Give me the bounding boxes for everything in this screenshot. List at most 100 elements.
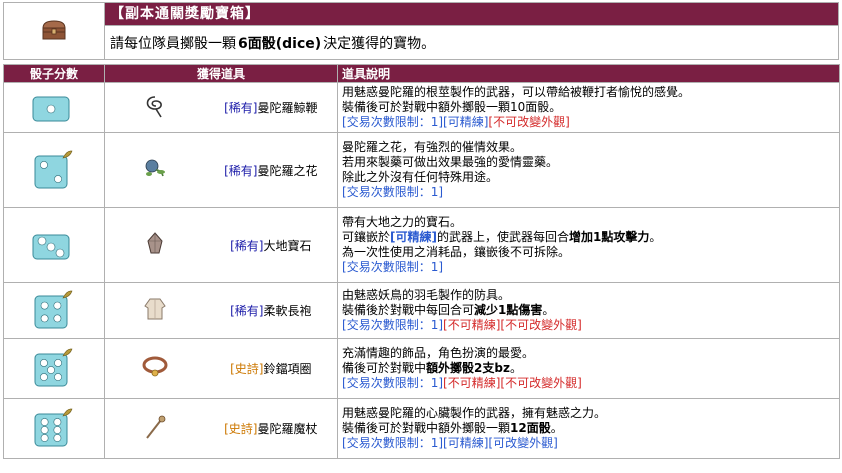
collar-icon[interactable] <box>141 356 169 383</box>
table-row: [稀有]曼陀羅鯨鞭 用魅惑曼陀羅的根莖製作的武器，可以帶給被鞭打者愉悅的感覺。 裝備… <box>3 82 841 133</box>
description-segment: [可精練] <box>390 230 438 244</box>
description-line: [交易次數限制：1][可精練][不可改變外觀] <box>342 115 835 130</box>
reward-panel: 【副本通關獎勵寶箱】 請每位隊員擲骰一顆 6面骰(dice) 決定獲得的寶物。 … <box>3 2 841 471</box>
description-line: [交易次數限制：1][可精練][可改變外觀] <box>342 436 835 451</box>
item-rarity-tag: [稀有] <box>230 304 264 318</box>
table-row: [稀有]柔軟長袍 由魅惑妖鳥的羽毛製作的防具。 裝備後於對戰中每回合可減少1點傷害。… <box>3 282 841 339</box>
column-header-desc: 道具說明 <box>337 64 841 83</box>
table-row: [稀有]曼陀羅之花 曼陀羅之花，有強烈的催情效果。 若用來製藥可做出效果最強的愛情靈… <box>3 132 841 208</box>
description-segment: 用魅惑曼陀羅的根莖製作的武器，可以帶給被鞭打者愉悅的感覺。 <box>342 85 691 99</box>
item-icon-cell <box>104 398 205 459</box>
item-icon-cell <box>104 282 205 339</box>
description-segment: 裝備後可於對戰中額外擲骰一顆 <box>342 421 511 435</box>
instructions-suffix: 決定獲得的寶物。 <box>323 35 436 52</box>
description-segment: 若用來製藥可做出效果最強的愛情靈藥。 <box>342 155 559 169</box>
instructions-prefix: 請每位隊員擲骰一顆 <box>110 35 236 52</box>
item-icon-cell <box>104 82 205 133</box>
description-segment: [交易次數限制：1] <box>342 115 444 129</box>
description-segment: 減少1點傷害 <box>474 303 543 317</box>
description-segment: [不可精練] <box>443 318 501 332</box>
description-line: 充滿情趣的飾品，角色扮演的最愛。 <box>342 346 835 361</box>
description-segment: [可精練] <box>443 115 489 129</box>
item-icon-cell <box>104 338 205 399</box>
description-segment: 。 <box>550 421 563 435</box>
column-header-item: 獲得道具 <box>103 64 339 83</box>
description-segment: 12面骰 <box>510 421 551 435</box>
description-line: [交易次數限制：1][不可精練][不可改變外觀] <box>342 318 835 333</box>
dice-score-cell <box>3 398 105 459</box>
description-segment: 備後可於對戰中 <box>342 361 427 375</box>
description-segment: 額外擲骰2支bz <box>426 361 510 375</box>
treasure-chest-icon <box>41 19 67 44</box>
item-description-cell: 用魅惑曼陀羅的心臟製作的武器，擁有魅惑之力。 裝備後可於對戰中額外擲骰一顆12面骰… <box>337 398 841 459</box>
item-description-cell: 充滿情趣的飾品，角色扮演的最愛。 備後可於對戰中額外擲骰2支bz。 [交易次數限制：… <box>337 338 841 399</box>
description-line: [交易次數限制：1] <box>342 185 835 200</box>
description-segment: 由魅惑妖鳥的羽毛製作的防具。 <box>342 288 511 302</box>
dice-score-cell <box>3 82 105 133</box>
description-line: 備後可於對戰中額外擲骰2支bz。 <box>342 361 835 376</box>
description-segment: 裝備後於對戰中每回合可 <box>342 303 475 317</box>
item-description-cell: 用魅惑曼陀羅的根莖製作的武器，可以帶給被鞭打者愉悅的感覺。 裝備後可於對戰中額外擲… <box>337 82 841 133</box>
description-segment: [交易次數限制：1] <box>342 376 444 390</box>
item-rarity-tag: [稀有] <box>224 101 258 115</box>
description-segment: [不可精練] <box>443 376 501 390</box>
description-line: 可鑲嵌於[可精練]的武器上，使武器每回合增加1點攻擊力。 <box>342 230 835 245</box>
column-header-dice: 骰子分數 <box>3 64 105 83</box>
description-segment: 可鑲嵌於 <box>342 230 391 244</box>
description-segment: 曼陀羅之花，有強烈的催情效果。 <box>342 140 523 154</box>
gem-icon[interactable] <box>141 231 169 260</box>
description-line: 裝備後可於對戰中額外擲骰一顆12面骰。 <box>342 421 835 436</box>
panel-title: 【副本通關獎勵寶箱】 <box>105 3 838 25</box>
description-segment: 用魅惑曼陀羅的心臟製作的武器，擁有魅惑之力。 <box>342 406 607 420</box>
description-segment: 為一次性使用之消耗品，鑲嵌後不可拆除。 <box>342 245 571 259</box>
description-line: 為一次性使用之消耗品，鑲嵌後不可拆除。 <box>342 245 835 260</box>
description-segment: [不可改變外觀] <box>500 318 582 332</box>
panel-header: 【副本通關獎勵寶箱】 請每位隊員擲骰一顆 6面骰(dice) 決定獲得的寶物。 <box>3 2 839 60</box>
description-segment: [交易次數限制：1] <box>342 185 444 199</box>
whip-icon[interactable] <box>141 96 169 122</box>
reward-table: 骰子分數 獲得道具 道具說明 [稀有]曼陀羅鯨鞭 用魅惑曼陀羅的根莖製作的武器，可… <box>3 64 841 459</box>
dice-face-1-icon <box>31 96 77 126</box>
panel-instructions: 請每位隊員擲骰一顆 6面骰(dice) 決定獲得的寶物。 <box>105 25 838 59</box>
item-rarity-tag: [史詩] <box>230 362 264 376</box>
description-segment: [交易次數限制：1] <box>342 260 444 274</box>
item-icon-cell <box>104 132 205 208</box>
item-name-cell: [史詩]曼陀羅魔杖 <box>204 398 339 459</box>
item-description-cell: 曼陀羅之花，有強烈的催情效果。 若用來製藥可做出效果最強的愛情靈藥。 除此之外沒有任… <box>337 132 841 208</box>
description-segment: [不可改變外觀] <box>500 376 582 390</box>
table-header-row: 骰子分數 獲得道具 道具說明 <box>3 64 841 83</box>
item-name: 柔軟長袍 <box>263 304 312 318</box>
description-line: 用魅惑曼陀羅的根莖製作的武器，可以帶給被鞭打者愉悅的感覺。 <box>342 85 835 100</box>
description-line: 除此之外沒有任何特殊用途。 <box>342 170 835 185</box>
item-description-cell: 由魅惑妖鳥的羽毛製作的防具。 裝備後於對戰中每回合可減少1點傷害。 [交易次數限制：… <box>337 282 841 339</box>
staff-icon[interactable] <box>141 415 169 443</box>
description-segment: 。 <box>649 230 662 244</box>
item-rarity-tag: [稀有] <box>230 238 264 253</box>
description-segment: 充滿情趣的飾品，角色扮演的最愛。 <box>342 346 535 360</box>
item-name: 曼陀羅之花 <box>257 163 318 178</box>
description-segment: [交易次數限制：1] <box>342 318 444 332</box>
header-icon-cell <box>4 3 105 59</box>
dice-face-5-icon <box>33 348 75 391</box>
dice-score-cell <box>3 132 105 208</box>
description-segment: 除此之外沒有任何特殊用途。 <box>342 170 499 184</box>
description-line: 裝備後於對戰中每回合可減少1點傷害。 <box>342 303 835 318</box>
description-line: 曼陀羅之花，有強烈的催情效果。 <box>342 140 835 155</box>
description-line: 由魅惑妖鳥的羽毛製作的防具。 <box>342 288 835 303</box>
item-rarity-tag: [史詩] <box>224 422 258 436</box>
description-line: 若用來製藥可做出效果最強的愛情靈藥。 <box>342 155 835 170</box>
item-description-cell: 帶有大地之力的寶石。 可鑲嵌於[可精練]的武器上，使武器每回合增加1點攻擊力。 為一… <box>337 207 841 283</box>
dice-face-3-icon <box>31 234 77 264</box>
dice-face-2-icon <box>33 150 75 193</box>
table-row: [史詩]鈴鐺項圈 充滿情趣的飾品，角色扮演的最愛。 備後可於對戰中額外擲骰2支bz。… <box>3 338 841 399</box>
description-line: 用魅惑曼陀羅的心臟製作的武器，擁有魅惑之力。 <box>342 406 835 421</box>
description-segment: [交易次數限制：1] <box>342 436 444 450</box>
description-line: 裝備後可於對戰中額外擲骰一顆10面骰。 <box>342 100 835 115</box>
description-line: [交易次數限制：1][不可精練][不可改變外觀] <box>342 376 835 391</box>
description-segment: 的武器上，使武器每回合 <box>437 230 570 244</box>
description-line: 帶有大地之力的寶石。 <box>342 215 835 230</box>
robe-icon[interactable] <box>141 298 169 325</box>
item-name: 大地寶石 <box>263 238 312 253</box>
description-line: [交易次數限制：1] <box>342 260 835 275</box>
flower-icon[interactable] <box>141 159 169 185</box>
